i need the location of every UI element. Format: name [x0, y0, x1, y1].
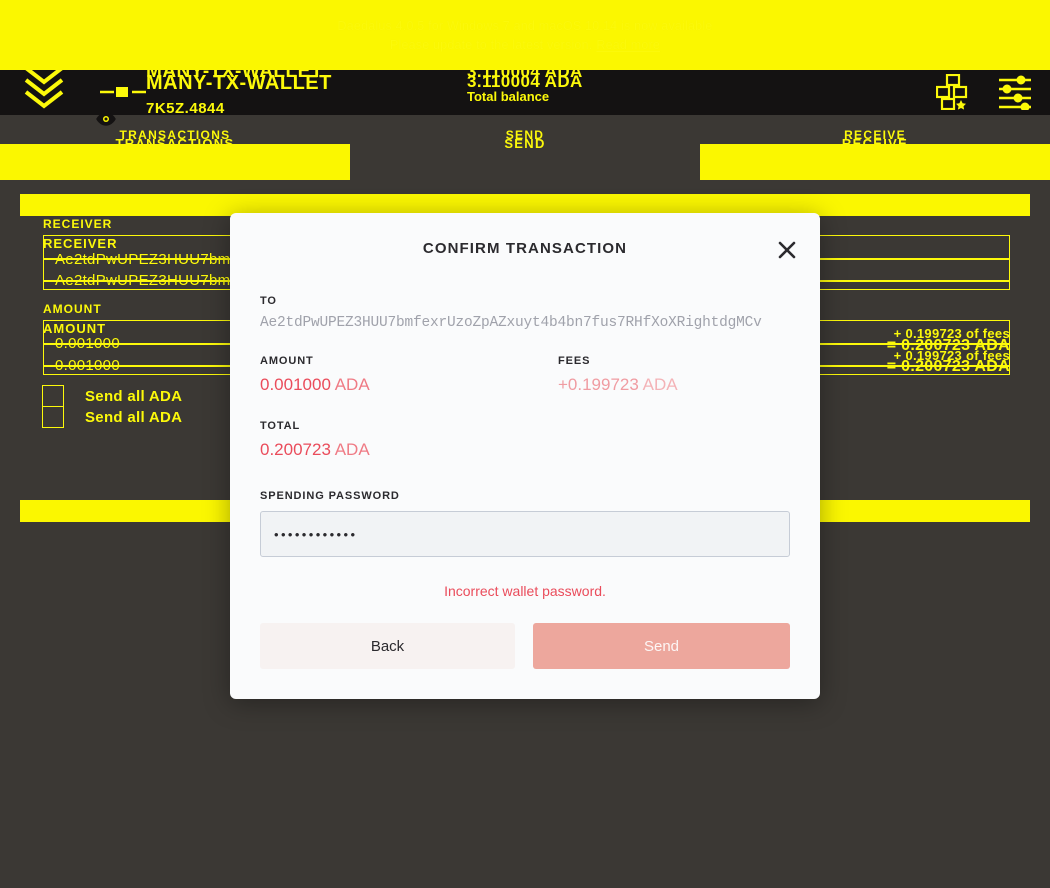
amount-column: AMOUNT 0.001000 ADA [260, 355, 558, 395]
fees-column: FEES +0.199723 ADA [558, 355, 790, 395]
spending-password-label: SPENDING PASSWORD [260, 490, 400, 502]
total-row: TOTAL 0.200723 ADA [260, 420, 790, 460]
total-unit: ADA [334, 440, 370, 459]
amount-fees-row: AMOUNT 0.001000 ADA FEES +0.199723 ADA [260, 355, 790, 395]
spending-password-input[interactable]: •••••••••••• [260, 511, 790, 557]
fees-value: +0.199723 ADA [558, 375, 790, 395]
fees-unit: ADA [642, 375, 678, 394]
amount-number: 0.001000 [260, 375, 331, 394]
amount-value: 0.001000 ADA [260, 375, 558, 395]
send-button[interactable]: Send [533, 623, 790, 669]
total-value: 0.200723 ADA [260, 440, 790, 460]
dialog-title: CONFIRM TRANSACTION [422, 240, 628, 257]
app-root: Daedalus 4.0.5 for Windows 7 and macOS 1… [0, 0, 1050, 888]
fees-number: +0.199723 [558, 375, 639, 394]
spending-password-row: SPENDING PASSWORD •••••••••••• [260, 490, 790, 557]
amount-label: AMOUNT [260, 355, 314, 367]
dialog-body: TO Ae2tdPwUPEZ3HUU7bmfexrUzoZpAZxuyt4b4b… [230, 295, 820, 599]
to-address-value: Ae2tdPwUPEZ3HUU7bmfexrUzoZpAZxuyt4b4bn7f… [260, 315, 762, 331]
to-row: TO Ae2tdPwUPEZ3HUU7bmfexrUzoZpAZxuyt4b4b… [260, 295, 790, 331]
back-button[interactable]: Back [260, 623, 515, 669]
amount-unit: ADA [334, 375, 370, 394]
to-label: TO [260, 295, 277, 307]
total-label: TOTAL [260, 420, 301, 432]
password-error-message: Incorrect wallet password. [444, 583, 606, 599]
close-icon[interactable] [778, 241, 796, 259]
fees-label: FEES [558, 355, 591, 367]
total-number: 0.200723 [260, 440, 331, 459]
dialog-actions: Back Send [230, 623, 820, 699]
confirm-transaction-dialog: CONFIRM TRANSACTION TO Ae2tdPwUPEZ3HUU7b… [230, 213, 820, 699]
